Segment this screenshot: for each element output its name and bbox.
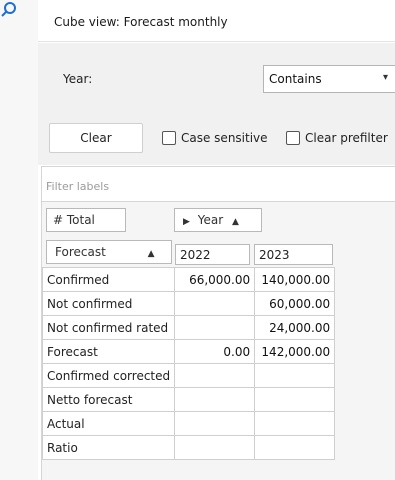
row-label[interactable]: Ratio bbox=[41, 435, 176, 460]
cell-2023[interactable] bbox=[254, 363, 336, 388]
table-row: Not confirmed 60,000.00 bbox=[41, 291, 336, 316]
table-row: Ratio bbox=[41, 435, 336, 460]
condition-value: Contains bbox=[269, 72, 322, 86]
year-column-chip[interactable]: ▶ Year ▲ bbox=[174, 208, 262, 232]
pivot-table: Confirmed 66,000.00 140,000.00 Not confi… bbox=[41, 267, 336, 460]
year-chip-label: Year bbox=[197, 213, 224, 227]
chevron-down-icon: ▾ bbox=[382, 72, 388, 83]
expand-arrow-icon: ▶ bbox=[183, 217, 190, 227]
column-header-2023[interactable]: 2023 bbox=[254, 244, 333, 265]
clear-button[interactable]: Clear bbox=[49, 123, 143, 153]
cube-view-window: Cube view: Forecast monthly Year: Contai… bbox=[38, 0, 395, 480]
year-filter-label: Year: bbox=[63, 72, 93, 86]
search-icon[interactable] bbox=[0, 0, 20, 20]
cell-2023[interactable]: 24,000.00 bbox=[254, 315, 336, 340]
table-row: Forecast 0.00 142,000.00 bbox=[41, 339, 336, 364]
sort-ascending-icon: ▲ bbox=[147, 249, 155, 259]
row-label[interactable]: Forecast bbox=[41, 339, 176, 364]
cell-2022[interactable] bbox=[174, 435, 256, 460]
row-label[interactable]: Not confirmed rated bbox=[41, 315, 176, 340]
cell-2023[interactable]: 60,000.00 bbox=[254, 291, 336, 316]
row-header-label: Forecast bbox=[55, 245, 106, 259]
cell-2022[interactable]: 0.00 bbox=[174, 339, 256, 364]
cell-2022[interactable] bbox=[174, 411, 256, 436]
row-label[interactable]: Confirmed corrected bbox=[41, 363, 176, 388]
table-row: Netto forecast bbox=[41, 387, 336, 412]
filter-labels-input[interactable]: Filter labels bbox=[42, 166, 395, 202]
pivot-grid-area: Filter labels # Total ▶ Year ▲ Forecast … bbox=[41, 166, 395, 480]
total-field-chip[interactable]: # Total bbox=[46, 208, 126, 232]
clear-prefilter-checkbox[interactable]: Clear prefilter bbox=[286, 130, 388, 146]
cell-2023[interactable] bbox=[254, 387, 336, 412]
filter-panel: Year: Contains ▾ Clear Case sensitive Cl… bbox=[38, 43, 395, 165]
case-sensitive-checkbox[interactable]: Case sensitive bbox=[162, 130, 268, 146]
row-label[interactable]: Actual bbox=[41, 411, 176, 436]
row-label[interactable]: Netto forecast bbox=[41, 387, 176, 412]
cell-2023[interactable] bbox=[254, 411, 336, 436]
table-row: Confirmed corrected bbox=[41, 363, 336, 388]
clear-prefilter-label: Clear prefilter bbox=[305, 131, 388, 145]
table-row: Not confirmed rated 24,000.00 bbox=[41, 315, 336, 340]
checkbox-icon bbox=[162, 131, 176, 145]
cell-2022[interactable]: 66,000.00 bbox=[174, 267, 256, 292]
table-row: Confirmed 66,000.00 140,000.00 bbox=[41, 267, 336, 292]
sort-ascending-icon: ▲ bbox=[231, 217, 239, 227]
cell-2022[interactable] bbox=[174, 363, 256, 388]
table-row: Actual bbox=[41, 411, 336, 436]
forecast-row-header-chip[interactable]: Forecast ▲ bbox=[46, 240, 172, 264]
cell-2023[interactable] bbox=[254, 435, 336, 460]
condition-select[interactable]: Contains ▾ bbox=[263, 65, 395, 93]
title-bar: Cube view: Forecast monthly bbox=[38, 0, 395, 42]
column-header-2022[interactable]: 2022 bbox=[175, 244, 250, 265]
left-rail bbox=[0, 0, 38, 480]
cell-2023[interactable]: 140,000.00 bbox=[254, 267, 336, 292]
cell-2022[interactable] bbox=[174, 387, 256, 412]
cell-2022[interactable] bbox=[174, 315, 256, 340]
row-label[interactable]: Confirmed bbox=[41, 267, 176, 292]
case-sensitive-label: Case sensitive bbox=[181, 131, 268, 145]
window-title: Cube view: Forecast monthly bbox=[54, 15, 228, 29]
checkbox-icon bbox=[286, 131, 300, 145]
row-label[interactable]: Not confirmed bbox=[41, 291, 176, 316]
cell-2022[interactable] bbox=[174, 291, 256, 316]
cell-2023[interactable]: 142,000.00 bbox=[254, 339, 336, 364]
